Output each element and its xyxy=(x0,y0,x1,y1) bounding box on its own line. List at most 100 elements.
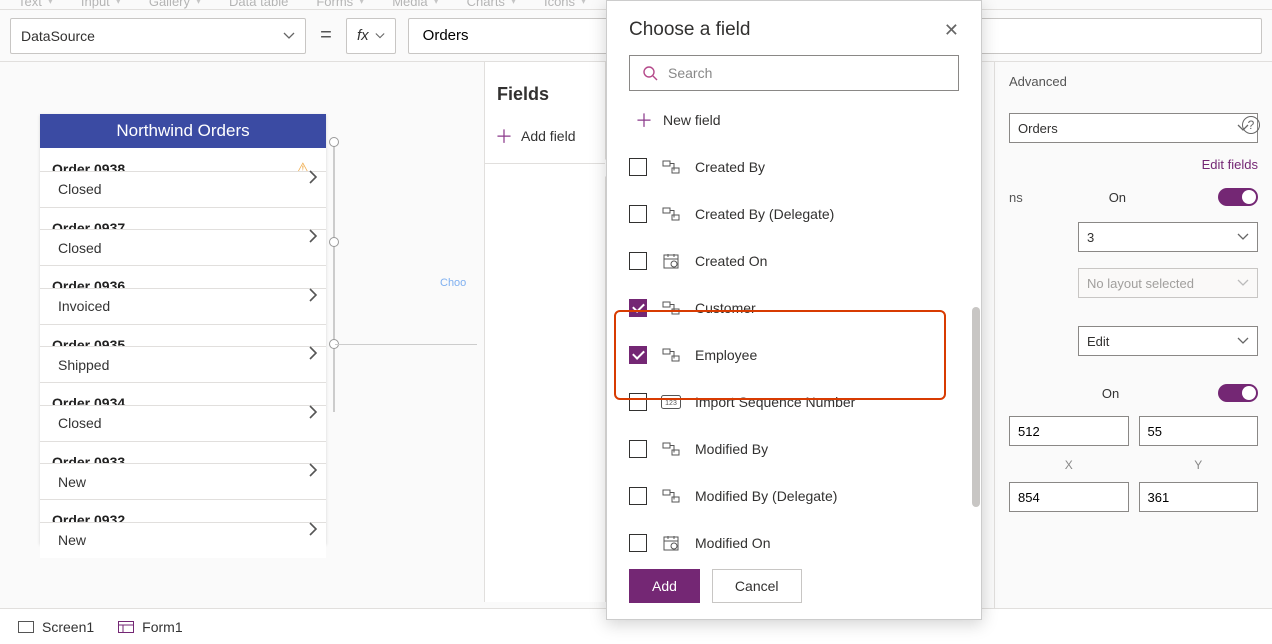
property-dropdown[interactable]: DataSource xyxy=(10,18,306,54)
add-button[interactable]: Add xyxy=(629,569,700,603)
layout-select[interactable]: No layout selected xyxy=(1078,268,1258,298)
help-icon[interactable]: ? xyxy=(1242,116,1260,134)
ribbon-charts[interactable]: Charts▾ xyxy=(467,0,516,9)
datasource-select[interactable]: Orders xyxy=(1009,113,1258,143)
fx-button[interactable]: fx xyxy=(346,18,396,54)
ribbon-datatable[interactable]: Data table xyxy=(229,0,288,9)
checkbox[interactable] xyxy=(629,299,647,317)
chevron-down-icon xyxy=(375,31,385,41)
checkbox[interactable] xyxy=(629,158,647,176)
order-status: Closed xyxy=(40,405,326,441)
field-option[interactable]: Created By xyxy=(629,143,959,190)
tab-advanced[interactable]: Advanced xyxy=(1009,74,1067,97)
checkbox[interactable] xyxy=(629,534,647,552)
chevron-right-icon xyxy=(308,169,318,185)
snap-toggle[interactable] xyxy=(1218,188,1258,206)
form-icon xyxy=(118,621,134,633)
checkbox[interactable] xyxy=(629,252,647,270)
field-type-icon xyxy=(661,204,681,224)
field-label: Import Sequence Number xyxy=(695,394,855,410)
size-w-input[interactable] xyxy=(1009,482,1129,512)
add-field-button[interactable]: ＋ Add field xyxy=(485,123,605,163)
snap-columns-label: ns xyxy=(1009,190,1023,205)
columns-select[interactable]: 3 xyxy=(1078,222,1258,252)
close-icon[interactable]: ✕ xyxy=(944,20,959,41)
checkbox[interactable] xyxy=(629,487,647,505)
gallery-row[interactable]: Order 0932Company K New$ 800.00 xyxy=(40,499,326,558)
field-option[interactable]: 123 Import Sequence Number xyxy=(629,378,959,425)
field-option[interactable]: Modified By (Delegate) xyxy=(629,472,959,519)
edit-fields-link[interactable]: Edit fields xyxy=(1202,157,1258,172)
ribbon-icons[interactable]: Icons▾ xyxy=(544,0,586,9)
new-field-button[interactable]: ＋ New field xyxy=(607,91,981,143)
field-option[interactable]: Modified By xyxy=(629,425,959,472)
chevron-down-icon xyxy=(1237,231,1249,243)
pos-x-input[interactable] xyxy=(1009,416,1129,446)
gallery-row[interactable]: Order 0937Company CC Closed$ 3,810.00 xyxy=(40,207,326,266)
checkbox[interactable] xyxy=(629,393,647,411)
orders-gallery[interactable]: Northwind Orders Order 0938Company F ⚠Cl… xyxy=(40,114,326,544)
gallery-header: Northwind Orders xyxy=(40,114,326,148)
ribbon-forms[interactable]: Forms▾ xyxy=(316,0,364,9)
field-label: Employee xyxy=(695,347,757,363)
ribbon-media[interactable]: Media▾ xyxy=(392,0,438,9)
chevron-down-icon xyxy=(1237,277,1249,289)
field-option[interactable]: Customer xyxy=(629,284,959,331)
cancel-button[interactable]: Cancel xyxy=(712,569,802,603)
field-option[interactable]: Created On xyxy=(629,237,959,284)
order-status: New xyxy=(40,463,326,499)
ribbon-gallery[interactable]: Gallery▾ xyxy=(149,0,201,9)
checkbox[interactable] xyxy=(629,346,647,364)
search-icon xyxy=(642,65,658,81)
gallery-row[interactable]: Order 0934Company BB Closed$ 230.00 xyxy=(40,382,326,441)
mode-select[interactable]: Edit xyxy=(1078,326,1258,356)
visible-toggle[interactable] xyxy=(1218,384,1258,402)
gallery-row[interactable]: Order 0938Company F ⚠Closed$ 2,870.00 xyxy=(40,148,326,207)
plus-icon: ＋ xyxy=(635,107,651,133)
chevron-right-icon xyxy=(308,462,318,478)
size-h-input[interactable] xyxy=(1139,482,1259,512)
chevron-right-icon xyxy=(308,228,318,244)
field-list[interactable]: Created By Created By (Delegate) Created… xyxy=(607,143,981,558)
gallery-row[interactable]: Order 0933Company A New$ 736.00 xyxy=(40,441,326,500)
choose-field-dialog: Choose a field ✕ Search ＋ New field Crea… xyxy=(606,0,982,620)
tree-screen[interactable]: Screen1 xyxy=(18,619,94,635)
field-label: Created By xyxy=(695,159,765,175)
ribbon-text[interactable]: Text▾ xyxy=(18,0,53,9)
field-option[interactable]: Created By (Delegate) xyxy=(629,190,959,237)
order-status: New xyxy=(40,522,326,558)
field-search-input[interactable]: Search xyxy=(629,55,959,91)
scroll-thumb[interactable] xyxy=(972,307,980,507)
field-option[interactable]: Modified On xyxy=(629,519,959,558)
ribbon-input[interactable]: Input▾ xyxy=(81,0,121,9)
field-type-icon xyxy=(661,345,681,365)
field-label: Modified By xyxy=(695,441,768,457)
svg-text:123: 123 xyxy=(665,400,677,407)
field-option[interactable]: Employee xyxy=(629,331,959,378)
chevron-right-icon xyxy=(308,287,318,303)
field-label: Created By (Delegate) xyxy=(695,206,834,222)
property-name: DataSource xyxy=(21,28,95,44)
order-status: Closed xyxy=(40,171,326,207)
selection-handles[interactable] xyxy=(329,137,339,417)
gallery-row[interactable]: Order 0935Company I Shipped$ 606.50 xyxy=(40,324,326,383)
dialog-title: Choose a field xyxy=(629,19,750,41)
form-placeholder-hint: Choo xyxy=(440,277,466,289)
field-type-icon xyxy=(661,533,681,553)
gallery-row[interactable]: Order 0936Company Y Invoiced$ 1,170.00 xyxy=(40,265,326,324)
checkbox[interactable] xyxy=(629,205,647,223)
selection-line xyxy=(335,344,477,345)
screen-icon xyxy=(18,621,34,633)
fields-panel: Fields ＋ Add field xyxy=(484,62,606,602)
pos-y-input[interactable] xyxy=(1139,416,1259,446)
field-label: Modified By (Delegate) xyxy=(695,488,837,504)
field-type-icon xyxy=(661,486,681,506)
fields-title: Fields xyxy=(485,84,605,123)
checkbox[interactable] xyxy=(629,440,647,458)
chevron-right-icon xyxy=(308,404,318,420)
order-status: Closed xyxy=(40,229,326,265)
field-type-icon xyxy=(661,251,681,271)
tree-form[interactable]: Form1 xyxy=(118,619,182,635)
plus-icon: ＋ xyxy=(495,123,513,149)
order-status: Invoiced xyxy=(40,288,326,324)
